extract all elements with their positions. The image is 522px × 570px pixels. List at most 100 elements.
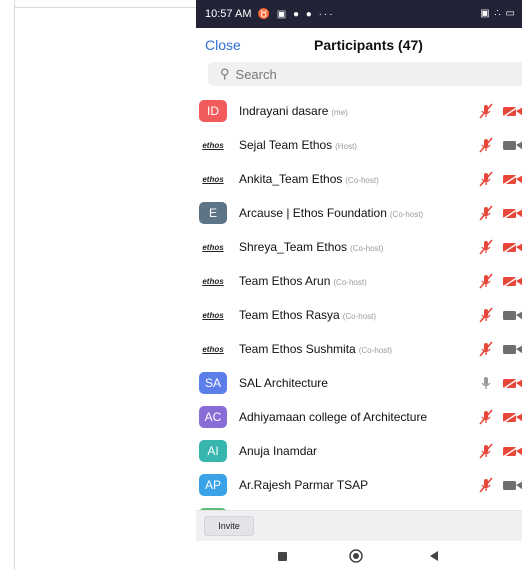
- participant-row[interactable]: ID Indrayani dasare (me): [196, 94, 522, 128]
- participant-name: Adhiyamaan college of Architecture: [239, 410, 427, 424]
- participant-row[interactable]: ethos Team Ethos Arun (Co-host): [196, 264, 522, 298]
- search-input[interactable]: ⚲ Search: [208, 62, 522, 86]
- search-icon: ⚲: [220, 66, 230, 81]
- participant-role: (Co-host): [345, 176, 379, 185]
- participant-role: (Co-host): [350, 244, 384, 253]
- camera-off-icon[interactable]: [502, 274, 522, 288]
- participant-name-text: Arcause | Ethos Foundation: [239, 206, 387, 220]
- participant-name-text: Ankita_Team Ethos: [239, 172, 343, 186]
- participant-name: Shreya_Team Ethos (Co-host): [239, 240, 383, 254]
- mic-muted-icon[interactable]: [478, 239, 494, 255]
- participant-name: Anuja Inamdar: [239, 444, 317, 458]
- mic-muted-icon[interactable]: [478, 205, 494, 221]
- participant-role: (me): [331, 108, 348, 117]
- camera-off-icon[interactable]: [502, 376, 522, 390]
- participant-name-text: Team Ethos Rasya: [239, 308, 340, 322]
- ethos-logo-avatar: ethos: [199, 338, 227, 360]
- participant-role: (Co-host): [358, 346, 393, 355]
- participant-row[interactable]: AC Adhiyamaan college of Architecture: [196, 400, 522, 434]
- participant-name: Sejal Team Ethos (Host): [239, 138, 357, 152]
- participant-name: Team Ethos Rasya (Co-host): [239, 308, 376, 322]
- home-icon[interactable]: [349, 549, 363, 563]
- page-title: Participants (47): [314, 37, 423, 53]
- phone-screen: 10:57 AM ♉ ▣ ● ● ··· ▣ ∴ ▭ Close Partici…: [196, 0, 522, 570]
- participant-row[interactable]: E Arcause | Ethos Foundation (Co-host): [196, 196, 522, 230]
- mic-muted-icon[interactable]: [478, 477, 494, 493]
- mic-muted-icon[interactable]: [478, 307, 494, 323]
- avatar: ID: [199, 100, 227, 122]
- avatar: E: [199, 202, 227, 224]
- left-panel: [0, 0, 15, 570]
- participant-name-text: SAL Architecture: [239, 376, 328, 390]
- ethos-logo-avatar: ethos: [199, 134, 227, 156]
- participant-name-text: Team Ethos Sushmita: [239, 342, 356, 356]
- invite-button[interactable]: Invite: [204, 516, 254, 536]
- avatar: SA: [199, 372, 227, 394]
- participant-name: Ankita_Team Ethos (Co-host): [239, 172, 379, 186]
- bottom-bar: Invite: [196, 510, 522, 541]
- participant-row[interactable]: ethos Team Ethos Rasya (Co-host): [196, 298, 522, 332]
- status-system-icons: ▣ ∴ ▭: [480, 8, 516, 19]
- participant-row[interactable]: ethos Team Ethos Sushmita (Co-host): [196, 332, 522, 366]
- participant-role: (Co-host): [342, 312, 377, 321]
- back-icon[interactable]: [428, 550, 440, 562]
- ethos-logo-avatar: ethos: [199, 270, 227, 292]
- camera-icon[interactable]: [502, 342, 522, 356]
- participant-name: Ar.Rajesh Parmar TSAP: [239, 478, 368, 492]
- ethos-logo-avatar: ethos: [199, 236, 227, 258]
- status-notification-icons: ♉ ▣ ● ● ···: [257, 8, 335, 20]
- camera-off-icon[interactable]: [502, 444, 522, 458]
- avatar: AC: [199, 406, 227, 428]
- participant-name: SAL Architecture: [239, 376, 328, 390]
- participant-role: (Co-host): [333, 278, 367, 287]
- participant-name-text: Shreya_Team Ethos: [239, 240, 348, 254]
- mic-muted-icon[interactable]: [478, 171, 494, 187]
- camera-off-icon[interactable]: [502, 104, 522, 118]
- mic-muted-icon[interactable]: [478, 273, 494, 289]
- participant-row[interactable]: AI Anuja Inamdar: [196, 434, 522, 468]
- participant-name-text: Adhiyamaan college of Architecture: [239, 410, 428, 424]
- participant-name-text: Team Ethos Arun: [239, 274, 331, 288]
- recent-apps-icon[interactable]: [278, 552, 287, 561]
- mic-icon[interactable]: [478, 375, 494, 391]
- participant-name: Arcause | Ethos Foundation (Co-host): [239, 206, 423, 220]
- participant-row[interactable]: SA SAL Architecture: [196, 366, 522, 400]
- participant-row[interactable]: ethos Shreya_Team Ethos (Co-host): [196, 230, 522, 264]
- top-divider: [14, 0, 196, 8]
- camera-icon[interactable]: [502, 308, 522, 322]
- status-time: 10:57 AM: [205, 8, 252, 20]
- status-bar: 10:57 AM ♉ ▣ ● ● ··· ▣ ∴ ▭: [196, 0, 522, 28]
- mic-muted-icon[interactable]: [478, 137, 494, 153]
- participant-name: Team Ethos Sushmita (Co-host): [239, 342, 392, 356]
- participant-name-text: Ar.Rajesh Parmar TSAP: [239, 478, 369, 492]
- participant-row[interactable]: ethos Ankita_Team Ethos (Co-host): [196, 162, 522, 196]
- android-nav-bar: [196, 541, 522, 570]
- avatar: AP: [199, 474, 227, 496]
- participants-header: Close Participants (47): [196, 28, 522, 62]
- participant-row[interactable]: AP Ar.Rajesh Parmar TSAP: [196, 468, 522, 502]
- mic-muted-icon[interactable]: [478, 341, 494, 357]
- close-button[interactable]: Close: [205, 37, 241, 53]
- participant-role: (Co-host): [389, 210, 424, 219]
- camera-off-icon[interactable]: [502, 206, 522, 220]
- participant-row[interactable]: ethos Sejal Team Ethos (Host): [196, 128, 522, 162]
- camera-icon[interactable]: [502, 478, 522, 492]
- camera-off-icon[interactable]: [502, 410, 522, 424]
- camera-off-icon[interactable]: [502, 172, 522, 186]
- mic-muted-icon[interactable]: [478, 409, 494, 425]
- camera-icon[interactable]: [502, 138, 522, 152]
- search-placeholder: Search: [235, 66, 277, 82]
- participant-name: Team Ethos Arun (Co-host): [239, 274, 367, 288]
- ethos-logo-avatar: ethos: [199, 168, 227, 190]
- mic-muted-icon[interactable]: [478, 103, 494, 119]
- participant-name: Indrayani dasare (me): [239, 104, 348, 118]
- participant-name-text: Anuja Inamdar: [239, 444, 318, 458]
- screenshot-frame: 10:57 AM ♉ ▣ ● ● ··· ▣ ∴ ▭ Close Partici…: [0, 0, 522, 570]
- avatar: AI: [199, 440, 227, 462]
- camera-off-icon[interactable]: [502, 240, 522, 254]
- ethos-logo-avatar: ethos: [199, 304, 227, 326]
- mic-muted-icon[interactable]: [478, 443, 494, 459]
- participant-role: (Host): [335, 142, 357, 151]
- participant-name-text: Sejal Team Ethos: [239, 138, 333, 152]
- participant-list: ID Indrayani dasare (me) ethos Sejal Team Et…: [196, 94, 522, 502]
